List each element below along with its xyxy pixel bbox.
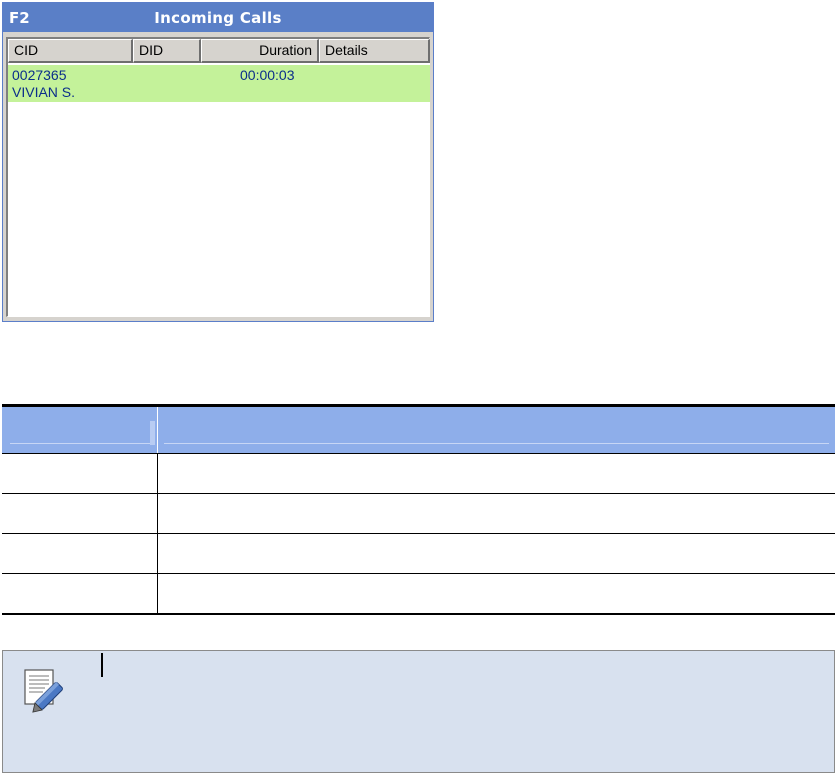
column-header-details[interactable]: Details (319, 39, 430, 63)
table-row (2, 574, 835, 615)
window-title-bar: F2 Incoming Calls (3, 3, 433, 32)
header-shade (150, 421, 155, 445)
column-header-did[interactable]: DID (133, 39, 201, 63)
table-row (2, 454, 835, 494)
column-divider (157, 454, 158, 493)
call-cid: 0027365 (12, 67, 67, 83)
note-pencil-icon (24, 669, 63, 713)
column-header-row: CID DID Duration Details (8, 39, 430, 63)
column-divider (157, 574, 158, 613)
table-row (2, 534, 835, 574)
call-duration: 00:00:03 (240, 67, 295, 83)
incoming-calls-window: F2 Incoming Calls CID DID Duration Detai… (2, 2, 434, 322)
window-title: Incoming Calls (154, 9, 282, 27)
header-underline (10, 443, 150, 444)
column-divider (157, 534, 158, 573)
header-underline (164, 443, 829, 444)
column-header-duration[interactable]: Duration (201, 39, 319, 63)
call-caller-name: VIVIAN S. (12, 84, 76, 100)
field-table (2, 404, 835, 615)
column-divider (157, 494, 158, 533)
table-header-row (2, 407, 835, 454)
header-divider (157, 407, 158, 453)
table-row (2, 494, 835, 534)
note-divider (101, 653, 103, 677)
calls-list: CID DID Duration Details 0027365 00:00:0… (6, 37, 430, 317)
call-row[interactable]: 0027365 00:00:03 VIVIAN S. (8, 65, 430, 102)
column-header-cid[interactable]: CID (8, 39, 133, 63)
page: F2 Incoming Calls CID DID Duration Detai… (0, 0, 839, 778)
note-box (2, 650, 835, 773)
